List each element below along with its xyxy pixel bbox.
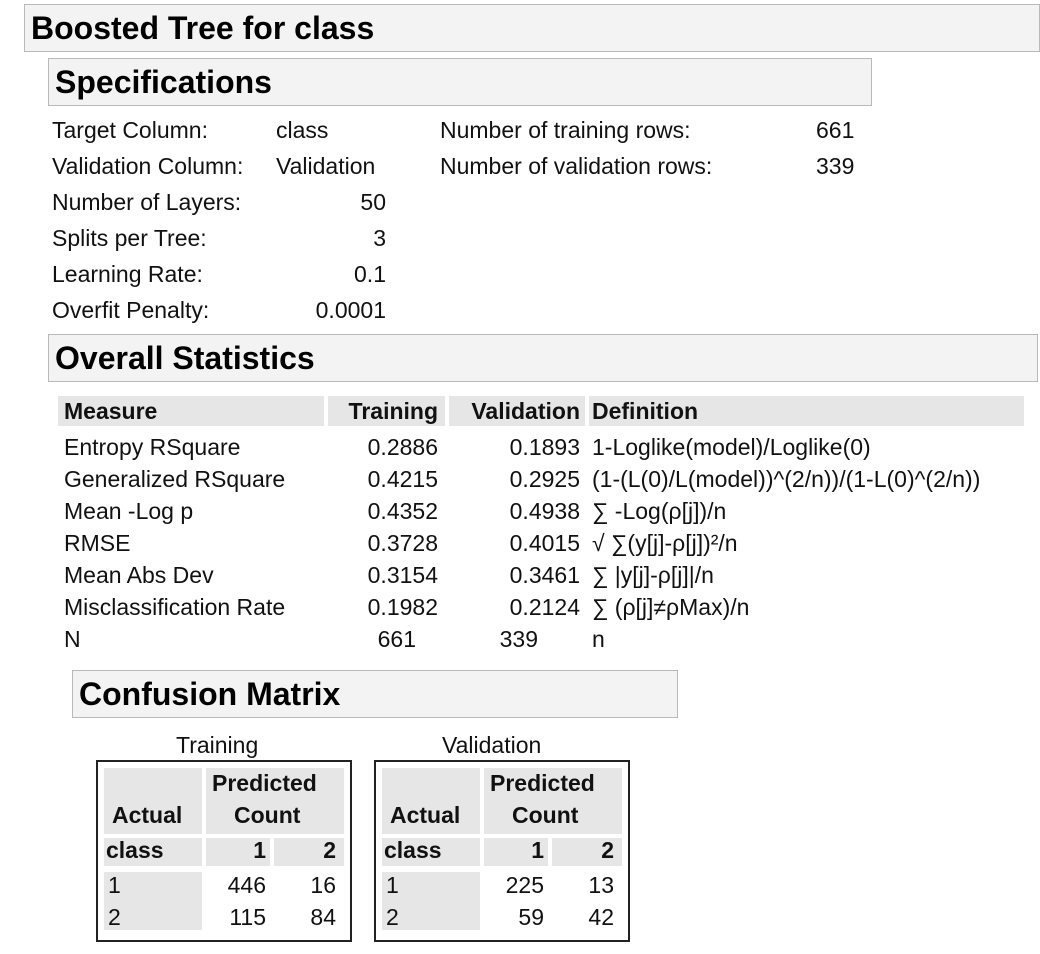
confusion-matrix-header[interactable]: Confusion Matrix bbox=[72, 670, 678, 718]
matrix-cell: 446 bbox=[227, 872, 266, 898]
spec-label: Number of training rows: bbox=[440, 117, 691, 143]
spec-label: Validation Column: bbox=[52, 153, 244, 179]
actual-class-1: 1 bbox=[386, 872, 399, 898]
spec-value: 339 bbox=[816, 153, 855, 179]
report-title-header[interactable]: Boosted Tree for class bbox=[24, 4, 1040, 52]
matrix-cell: 84 bbox=[310, 904, 336, 930]
stat-validation: 0.4015 bbox=[509, 530, 580, 556]
matrix-cell: 42 bbox=[588, 904, 614, 930]
class-label: class bbox=[384, 837, 442, 863]
stat-training: 0.4215 bbox=[367, 466, 438, 492]
column-header-training: Training bbox=[348, 398, 438, 424]
overall-statistics-header[interactable]: Overall Statistics bbox=[48, 334, 1038, 382]
spec-value: Validation bbox=[276, 153, 376, 179]
predicted-col-2: 2 bbox=[323, 837, 336, 863]
stat-definition: ∑ (ρ[j]≠ρMax)/n bbox=[592, 594, 750, 620]
count-label: Count bbox=[512, 802, 579, 828]
stat-training: 0.2886 bbox=[367, 434, 438, 460]
stat-definition: ∑ |y[j]-ρ[j]|/n bbox=[592, 562, 714, 588]
spec-value: 0.1 bbox=[354, 261, 386, 287]
spec-value: 0.0001 bbox=[315, 297, 386, 323]
stat-training: 0.3154 bbox=[367, 562, 438, 588]
stat-measure: Mean Abs Dev bbox=[64, 562, 214, 588]
matrix-cell: 225 bbox=[505, 872, 544, 898]
column-header-validation: Validation bbox=[471, 398, 580, 424]
specifications-title: Specifications bbox=[55, 63, 272, 100]
report-title: Boosted Tree for class bbox=[31, 9, 375, 46]
stat-definition: ∑ -Log(ρ[j])/n bbox=[592, 498, 727, 524]
stat-measure: Misclassification Rate bbox=[64, 594, 286, 620]
predicted-col-2: 2 bbox=[601, 837, 614, 863]
predicted-label: Predicted bbox=[212, 770, 317, 796]
class-label: class bbox=[106, 837, 164, 863]
validation-matrix-title: Validation bbox=[442, 732, 542, 758]
matrix-cell: 16 bbox=[310, 872, 336, 898]
spec-label: Target Column: bbox=[52, 117, 208, 143]
spec-value: 661 bbox=[816, 117, 855, 143]
predicted-label: Predicted bbox=[490, 770, 595, 796]
stat-definition: (1-(L(0)/L(model))^(2/n))/(1-L(0)^(2/n)) bbox=[592, 466, 981, 492]
matrix-cell: 115 bbox=[229, 904, 266, 930]
stat-measure: Mean -Log p bbox=[64, 498, 194, 524]
spec-label: Number of validation rows: bbox=[440, 153, 713, 179]
stat-validation: 0.2925 bbox=[509, 466, 580, 492]
spec-label: Learning Rate: bbox=[52, 261, 203, 287]
stat-validation: 0.1893 bbox=[509, 434, 580, 460]
matrix-cell: 13 bbox=[588, 872, 614, 898]
spec-value: class bbox=[276, 117, 329, 143]
count-label: Count bbox=[234, 802, 301, 828]
stat-validation: 0.2124 bbox=[509, 594, 580, 620]
stat-training: 0.4352 bbox=[367, 498, 438, 524]
stat-measure: RMSE bbox=[64, 530, 131, 556]
spec-label: Splits per Tree: bbox=[52, 225, 207, 251]
stat-definition: 1-Loglike(model)/Loglike(0) bbox=[592, 434, 871, 460]
stat-training: 661 bbox=[377, 626, 416, 652]
stat-training: 0.1982 bbox=[367, 594, 438, 620]
confusion-matrix-title: Confusion Matrix bbox=[79, 675, 341, 712]
stat-definition: √ ∑(y[j]-ρ[j])²/n bbox=[592, 530, 738, 556]
spec-label: Number of Layers: bbox=[52, 189, 242, 215]
specifications-header[interactable]: Specifications bbox=[48, 58, 872, 106]
stat-measure: Entropy RSquare bbox=[64, 434, 241, 460]
actual-class-2: 2 bbox=[386, 904, 399, 930]
spec-label: Overfit Penalty: bbox=[52, 297, 210, 323]
spec-value: 50 bbox=[360, 189, 386, 215]
stat-validation: 0.4938 bbox=[509, 498, 580, 524]
matrix-cell: 59 bbox=[518, 904, 544, 930]
actual-class-1: 1 bbox=[108, 872, 121, 898]
stat-measure: N bbox=[64, 626, 81, 652]
actual-class-2: 2 bbox=[108, 904, 121, 930]
column-header-definition: Definition bbox=[592, 398, 699, 424]
training-matrix-title: Training bbox=[176, 732, 259, 758]
spec-value: 3 bbox=[373, 225, 386, 251]
stat-validation: 339 bbox=[499, 626, 538, 652]
actual-label: Actual bbox=[390, 802, 461, 828]
column-header-measure: Measure bbox=[64, 398, 158, 424]
stat-definition: n bbox=[592, 626, 605, 652]
stat-training: 0.3728 bbox=[367, 530, 438, 556]
predicted-col-1: 1 bbox=[253, 837, 266, 863]
stat-measure: Generalized RSquare bbox=[64, 466, 286, 492]
stat-validation: 0.3461 bbox=[509, 562, 580, 588]
predicted-col-1: 1 bbox=[531, 837, 544, 863]
actual-label: Actual bbox=[112, 802, 183, 828]
overall-statistics-title: Overall Statistics bbox=[55, 339, 315, 376]
